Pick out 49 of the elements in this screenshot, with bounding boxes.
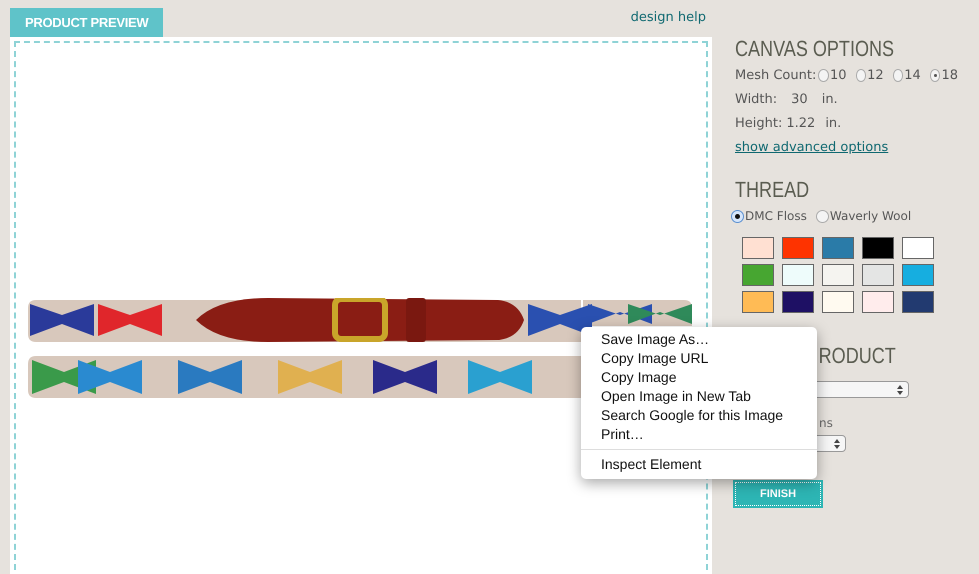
height-label: Height: bbox=[735, 116, 782, 131]
radio-label: 12 bbox=[867, 68, 884, 83]
color-swatch[interactable] bbox=[822, 264, 854, 286]
mesh-count-label: Mesh Count: bbox=[735, 68, 816, 83]
color-swatch[interactable] bbox=[902, 291, 934, 313]
section-heading: CANVAS OPTIONS bbox=[735, 36, 896, 62]
menu-item[interactable]: Print… bbox=[581, 425, 817, 444]
advanced-options-link[interactable]: show advanced options bbox=[735, 140, 965, 155]
radio-button[interactable] bbox=[930, 69, 940, 82]
section-heading: RODUCT bbox=[818, 343, 897, 369]
radio-button[interactable] bbox=[856, 69, 866, 82]
color-swatch[interactable] bbox=[862, 264, 894, 286]
radio-button[interactable] bbox=[892, 69, 904, 82]
radio-button[interactable] bbox=[731, 210, 744, 222]
color-swatch[interactable] bbox=[742, 264, 774, 286]
color-swatch[interactable] bbox=[822, 291, 854, 313]
updown-arrow-icon bbox=[834, 438, 840, 448]
color-swatch[interactable] bbox=[902, 237, 934, 259]
color-swatch[interactable] bbox=[742, 291, 774, 313]
radio-label: 18 bbox=[941, 68, 958, 83]
color-swatch[interactable] bbox=[782, 264, 814, 286]
radio-button[interactable] bbox=[816, 210, 829, 222]
menu-item[interactable]: Inspect Element bbox=[581, 455, 817, 474]
width-value: 30 bbox=[791, 92, 808, 107]
color-swatch[interactable] bbox=[862, 291, 894, 313]
color-swatch[interactable] bbox=[782, 237, 814, 259]
product-options-label: ns bbox=[819, 416, 833, 430]
radio-label: Waverly Wool bbox=[830, 209, 912, 223]
menu-item[interactable]: Copy Image URL bbox=[581, 349, 817, 368]
radio-button[interactable] bbox=[818, 69, 829, 82]
radio-label: DMC Floss bbox=[745, 209, 807, 223]
width-label: Width: bbox=[735, 92, 778, 107]
menu-item[interactable]: Search Google for this Image bbox=[581, 406, 817, 425]
color-swatch[interactable] bbox=[742, 237, 774, 259]
unit-label: in. bbox=[825, 116, 842, 131]
color-swatch[interactable] bbox=[862, 237, 894, 259]
menu-item[interactable]: Save Image As… bbox=[581, 330, 817, 349]
updown-arrow-icon bbox=[897, 384, 903, 394]
radio-label: 10 bbox=[830, 68, 847, 83]
section-heading: THREAD bbox=[735, 177, 810, 203]
menu-item[interactable]: Open Image in New Tab bbox=[581, 387, 817, 406]
unit-label: in. bbox=[822, 92, 838, 107]
color-swatch[interactable] bbox=[822, 237, 854, 259]
height-value: 1.22 bbox=[786, 116, 816, 131]
color-swatch[interactable] bbox=[902, 264, 934, 286]
design-help-link[interactable]: design help bbox=[630, 10, 706, 25]
radio-label: 14 bbox=[904, 68, 921, 83]
menu-item[interactable]: Copy Image bbox=[581, 368, 817, 387]
color-swatch[interactable] bbox=[782, 291, 814, 313]
